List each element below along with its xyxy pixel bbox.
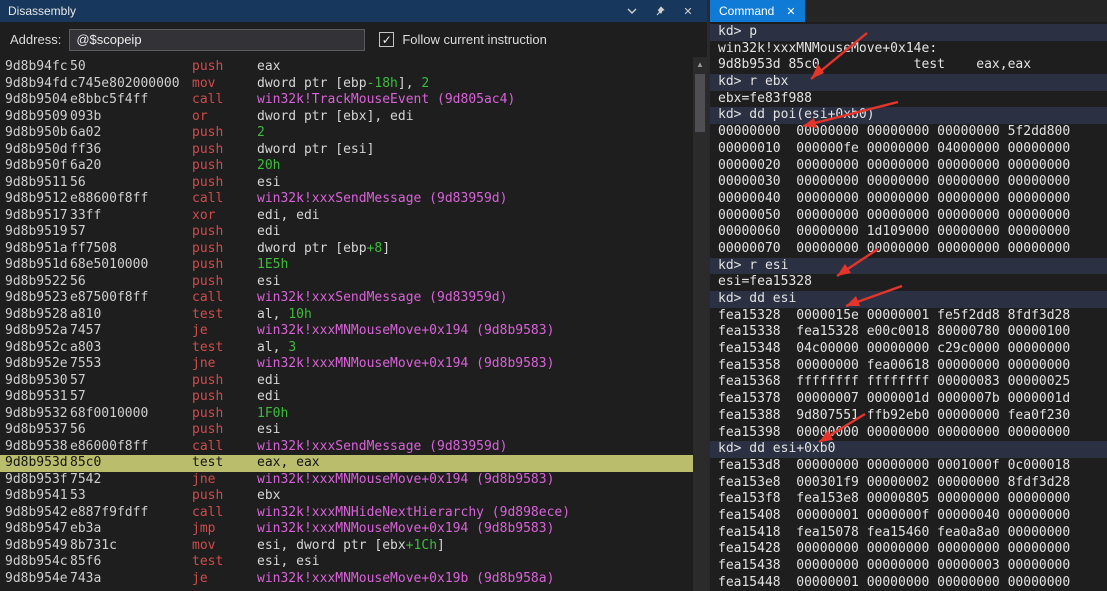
- command-input-line: kd> dd poi(esi+0xb0): [710, 107, 1107, 125]
- windbg-app: Disassembly ✕ Address: ✓ Follow current …: [0, 0, 1107, 591]
- disassembly-line[interactable]: 9d8b9547 eb3a jmp win32k!xxxMNMouseMove+0x1…: [0, 521, 693, 538]
- disassembly-line[interactable]: 9d8b9517 33ff xor edi, edi: [0, 208, 693, 225]
- command-output-line: 00000010 000000fe 00000000 04000000 0000…: [718, 140, 1071, 156]
- disassembly-line[interactable]: 9d8b950f 6a20 push 20h: [0, 158, 693, 175]
- command-output-line: fea15398 00000000 00000000 00000000 0000…: [718, 424, 1071, 440]
- command-output-line: fea15438 00000000 00000000 00000003 0000…: [718, 558, 1071, 573]
- command-input-line: kd> r esi: [710, 257, 1107, 275]
- disassembly-line[interactable]: 9d8b952c a803 test al, 3: [0, 340, 693, 357]
- command-output-line: 00000020 00000000 00000000 00000000 0000…: [718, 157, 1071, 173]
- disassembly-line[interactable]: 9d8b9509 093b or dword ptr [ebx], edi: [0, 109, 693, 126]
- command-output-line: fea15338 fea15328 e00c0018 80000780 0000…: [718, 324, 1071, 340]
- scrollbar-thumb[interactable]: [695, 74, 705, 132]
- command-output-line: fea153f8 fea153e8 00000805 00000000 0000…: [718, 491, 1071, 507]
- disassembly-line[interactable]: 9d8b94fd c745e802000000 mov dword ptr [ebp-…: [0, 76, 693, 93]
- address-input[interactable]: [69, 28, 366, 51]
- disassembly-line[interactable]: 9d8b9528 a810 test al, 10h: [0, 307, 693, 324]
- check-icon: ✓: [381, 32, 392, 47]
- disassembly-line[interactable]: 9d8b9542 e887f9fdff call win32k!xxxMNHideNe…: [0, 505, 693, 522]
- tab-command[interactable]: Command ✕: [710, 0, 805, 22]
- disassembly-title: Disassembly: [8, 4, 77, 18]
- command-output-line: 00000060 00000000 1d109000 00000000 0000…: [718, 224, 1071, 240]
- command-output-line: win32k!xxxMNMouseMove+0x14e:: [718, 40, 938, 56]
- command-output-line: fea15418 fea15078 fea15460 fea0a8a0 0000…: [718, 524, 1071, 540]
- command-input-line: kd> p: [710, 24, 1107, 41]
- scroll-up-icon[interactable]: ▲: [693, 57, 707, 72]
- disassembly-titlebar[interactable]: Disassembly ✕: [0, 0, 707, 22]
- command-panel: Command ✕ kd> p win32k!xxxMNMouseMove+0x1…: [710, 0, 1107, 591]
- disassembly-line[interactable]: 9d8b9549 8b731c mov esi, dword ptr [ebx+1Ch…: [0, 538, 693, 555]
- disassembly-line[interactable]: 9d8b9537 56 push esi: [0, 422, 693, 439]
- disassembly-line[interactable]: 9d8b952a 7457 je win32k!xxxMNMouseMove+0x19…: [0, 323, 693, 340]
- disassembly-line[interactable]: 9d8b9522 56 push esi: [0, 274, 693, 291]
- disassembly-line[interactable]: 9d8b954c 85f6 test esi, esi: [0, 554, 693, 571]
- disassembly-line[interactable]: 9d8b94fc 50 push eax: [0, 59, 693, 76]
- disassembly-line[interactable]: 9d8b9532 68f0010000 push 1F0h: [0, 406, 693, 423]
- disassembly-line[interactable]: 9d8b9541 53 push ebx: [0, 488, 693, 505]
- command-input-line: kd> dd esi+0xb0: [710, 441, 1107, 458]
- disassembly-line[interactable]: 9d8b954e 743a je win32k!xxxMNMouseMove+0x19…: [0, 571, 693, 588]
- command-input-line: kd> dd esi: [710, 291, 1107, 308]
- disassembly-line[interactable]: 9d8b9504 e8bbc5f4ff call win32k!TrackMouseE…: [0, 92, 693, 109]
- disassembly-scrollbar[interactable]: ▲: [693, 57, 707, 591]
- disassembly-toolbar: Address: ✓ Follow current instruction: [0, 22, 707, 57]
- disassembly-line[interactable]: 9d8b953f 7542 jne win32k!xxxMNMouseMove+0x1…: [0, 472, 693, 489]
- address-label: Address:: [10, 32, 62, 47]
- command-output-line: ebx=fe83f988: [718, 90, 812, 106]
- disassembly-line[interactable]: 9d8b9538 e86000f8ff call win32k!xxxSendMess…: [0, 439, 693, 456]
- command-output-line: fea15328 0000015e 00000001 fe5f2dd8 8fdf…: [718, 307, 1071, 323]
- command-output-line: fea15378 00000007 0000001d 0000007b 0000…: [718, 391, 1071, 407]
- disassembly-line[interactable]: 9d8b950d ff36 push dword ptr [esi]: [0, 142, 693, 159]
- command-titlebar: Command ✕: [710, 0, 1107, 22]
- command-output-line: fea153d8 00000000 00000000 0001000f 0c00…: [718, 457, 1071, 473]
- chevron-down-icon[interactable]: [625, 4, 639, 18]
- follow-label: Follow current instruction: [402, 32, 547, 47]
- command-output-line: 9d8b953d 85c0 test eax,eax: [718, 57, 1032, 73]
- disassembly-line[interactable]: 9d8b951a ff7508 push dword ptr [ebp+8]: [0, 241, 693, 258]
- command-output-line: 00000000 00000000 00000000 00000000 5f2d…: [718, 124, 1071, 140]
- command-output-line: 00000050 00000000 00000000 00000000 0000…: [718, 207, 1071, 223]
- close-icon[interactable]: ✕: [681, 4, 695, 18]
- pin-icon[interactable]: [653, 4, 667, 18]
- disassembly-line[interactable]: 9d8b9511 56 push esi: [0, 175, 693, 192]
- command-output-line: fea15448 00000001 00000000 00000000 0000…: [718, 574, 1071, 590]
- follow-checkbox[interactable]: ✓: [379, 32, 395, 47]
- disassembly-line[interactable]: 9d8b9512 e88600f8ff call win32k!xxxSendMess…: [0, 191, 693, 208]
- command-output-line: fea15348 04c00000 00000000 c29c0000 0000…: [718, 341, 1071, 357]
- disassembly-titlebar-icons: ✕: [625, 4, 695, 18]
- command-tab-label: Command: [719, 4, 775, 18]
- command-output-line: fea15358 00000000 fea00618 00000000 0000…: [718, 357, 1071, 373]
- command-output-line: fea15428 00000000 00000000 00000000 0000…: [718, 541, 1071, 557]
- disassembly-line[interactable]: 9d8b9531 57 push edi: [0, 389, 693, 406]
- disassembly-line[interactable]: 9d8b9519 57 push edi: [0, 224, 693, 241]
- disassembly-line[interactable]: 9d8b950b 6a02 push 2: [0, 125, 693, 142]
- command-output-line: 00000040 00000000 00000000 00000000 0000…: [718, 190, 1071, 206]
- command-input-line: kd> r ebx: [710, 74, 1107, 91]
- command-output: kd> p win32k!xxxMNMouseMove+0x14e: 9d8b953…: [710, 22, 1107, 591]
- disassembly-line[interactable]: 9d8b9523 e87500f8ff call win32k!xxxSendMess…: [0, 290, 693, 307]
- command-output-line: 00000070 00000000 00000000 00000000 0000…: [718, 240, 1071, 256]
- disassembly-line[interactable]: 9d8b9530 57 push edi: [0, 373, 693, 390]
- command-output-line: fea15368 ffffffff ffffffff 00000083 0000…: [718, 374, 1071, 390]
- close-icon[interactable]: ✕: [786, 5, 795, 18]
- command-output-line: fea15408 00000001 0000000f 00000040 0000…: [718, 507, 1071, 523]
- disassembly-line-current[interactable]: 9d8b953d 85c0 test eax, eax: [0, 455, 693, 472]
- disassembly-line[interactable]: 9d8b951d 68e5010000 push 1E5h: [0, 257, 693, 274]
- disassembly-listing: 9d8b94fc 50 push eax 9d8b94fd c745e802000000 m…: [0, 57, 693, 591]
- command-output-line: fea153e8 000301f9 00000002 00000000 8fdf…: [718, 474, 1071, 490]
- command-output-line: esi=fea15328: [718, 274, 812, 290]
- command-output-line: fea15388 9d807551 ffb92eb0 00000000 fea0…: [718, 407, 1071, 423]
- command-output-line: 00000030 00000000 00000000 00000000 0000…: [718, 174, 1071, 190]
- disassembly-panel: Disassembly ✕ Address: ✓ Follow current …: [0, 0, 710, 591]
- disassembly-line[interactable]: 9d8b952e 7553 jne win32k!xxxMNMouseMove+0x1…: [0, 356, 693, 373]
